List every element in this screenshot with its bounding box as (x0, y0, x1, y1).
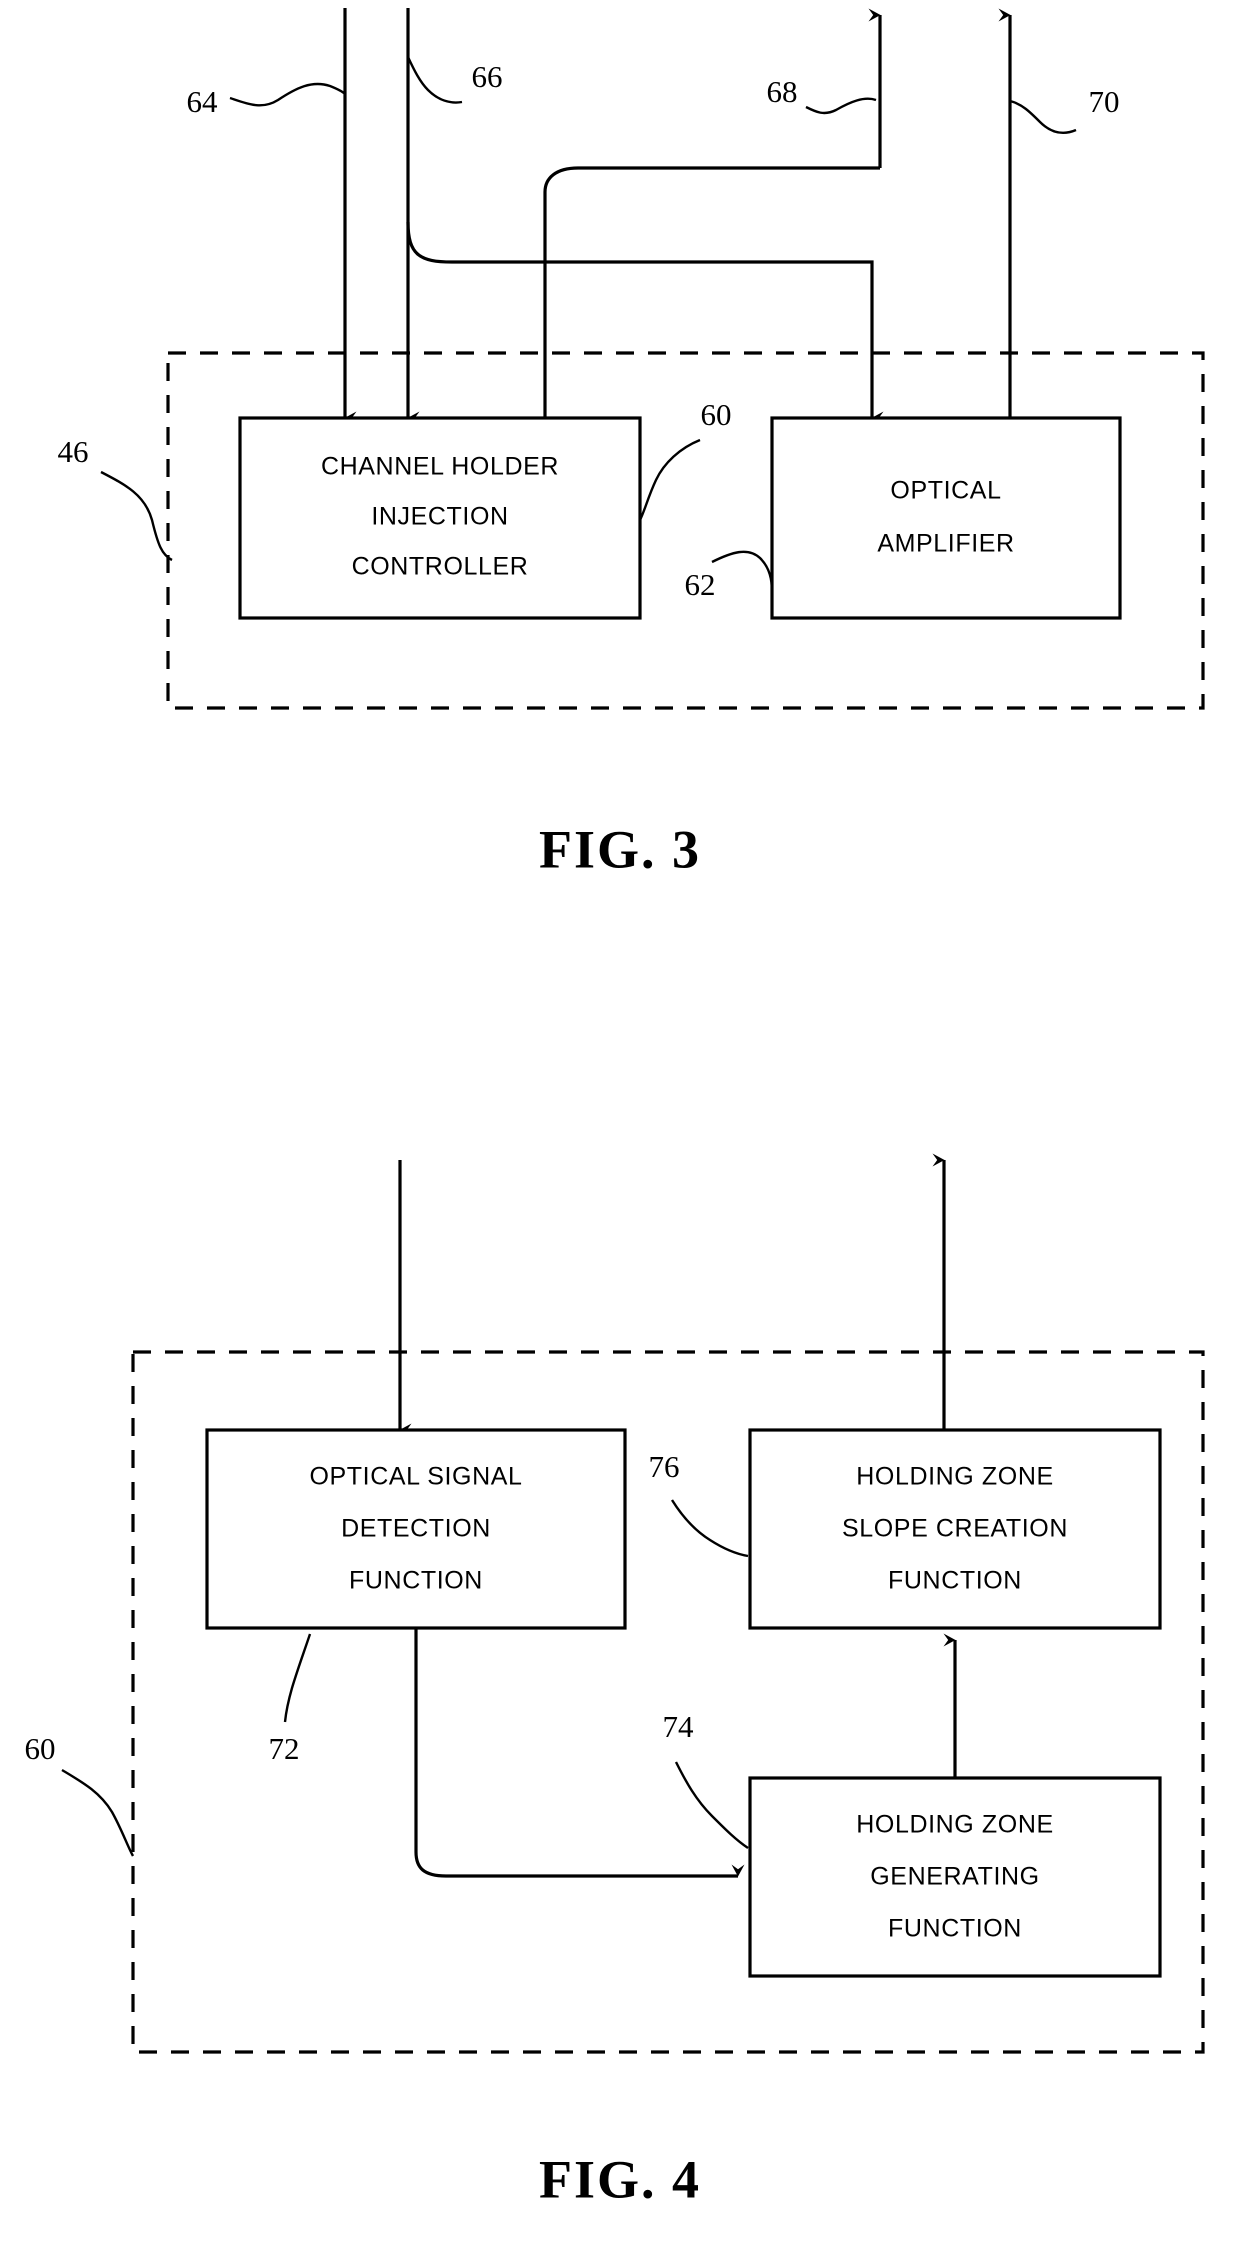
leader-line-66 (406, 56, 463, 104)
leader-line-46 (100, 470, 173, 562)
patent-drawing-sheet: CHANNEL HOLDER INJECTION CONTROLLER OPTI… (0, 0, 1240, 2256)
box-label-line: HOLDING ZONE (856, 1811, 1054, 1839)
leader-line-72 (283, 1633, 312, 1723)
figures-svg: CHANNEL HOLDER INJECTION CONTROLLER OPTI… (25, 8, 1205, 2209)
ref-numeral-72: 72 (269, 1731, 300, 1766)
figure-3-group: CHANNEL HOLDER INJECTION CONTROLLER OPTI… (58, 8, 1205, 879)
box-label-line: FUNCTION (888, 1915, 1022, 1943)
box-label-line: INJECTION (371, 503, 508, 531)
leader-line-70 (1009, 99, 1077, 134)
box-label-line: FUNCTION (888, 1567, 1022, 1595)
leader-line-60-fig3 (638, 438, 701, 521)
ref-numeral-70: 70 (1089, 84, 1120, 119)
ref-numeral-66: 66 (472, 59, 503, 94)
box-label-line: FUNCTION (349, 1567, 483, 1595)
ref-numeral-62: 62 (685, 567, 716, 602)
leader-line-68 (805, 97, 877, 115)
box-label-line: AMPLIFIER (877, 530, 1014, 558)
ref-numeral-64: 64 (187, 84, 219, 119)
leader-line-76 (670, 1499, 749, 1558)
ref-numeral-76: 76 (649, 1449, 680, 1484)
box-label-line: CONTROLLER (352, 553, 529, 581)
ref-numeral-68: 68 (767, 74, 798, 109)
box-label-line: OPTICAL SIGNAL (309, 1463, 522, 1491)
leader-line-62 (711, 550, 774, 593)
connector-detection-to-generating (414, 1628, 745, 1878)
box-label-line: DETECTION (341, 1515, 491, 1543)
leader-line-64 (229, 82, 346, 107)
box-optical-amplifier[interactable] (770, 416, 1122, 620)
ref-numeral-74: 74 (663, 1709, 695, 1744)
controller-output-line (543, 166, 880, 418)
leader-line-60-fig4 (61, 1768, 135, 1857)
ref-numeral-46: 46 (58, 434, 89, 469)
ref-numeral-60-fig3: 60 (701, 397, 732, 432)
box-label-line: CHANNEL HOLDER (321, 453, 559, 481)
box-label-line: GENERATING (870, 1863, 1039, 1891)
box-label-line: SLOPE CREATION (842, 1515, 1068, 1543)
signal-branch-66-to-amplifier (406, 221, 884, 425)
figure-3-caption: FIG. 3 (539, 819, 701, 879)
box-label-line: HOLDING ZONE (856, 1463, 1054, 1491)
figure-4-group: OPTICAL SIGNAL DETECTION FUNCTION HOLDIN… (25, 1153, 1205, 2209)
leader-line-74 (674, 1761, 749, 1849)
figure-4-caption: FIG. 4 (539, 2149, 701, 2209)
ref-numeral-60-fig4: 60 (25, 1731, 56, 1766)
box-label-line: OPTICAL (890, 477, 1001, 505)
